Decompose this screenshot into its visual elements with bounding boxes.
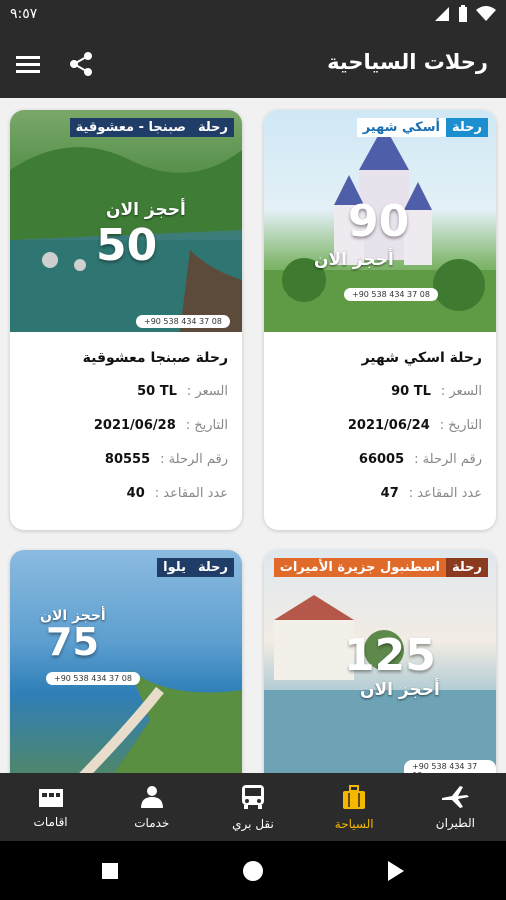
image-book-now: أحجز الان xyxy=(40,608,106,624)
nav-item-services[interactable]: خدمات xyxy=(101,773,202,841)
date-label: التاريخ : xyxy=(439,417,482,433)
nav-item-flights[interactable]: الطيران xyxy=(405,773,506,841)
wifi-icon xyxy=(476,6,496,21)
number-label: رقم الرحلة : xyxy=(160,451,228,467)
coast-illustration xyxy=(79,670,242,773)
image-phone: +90 538 434 37 08 xyxy=(344,288,438,301)
number-value: 80555 xyxy=(104,451,151,467)
badge-label: رحلة xyxy=(191,558,234,577)
nav-label: السياحة xyxy=(334,817,374,831)
image-phone: +90 538 434 37 08 xyxy=(46,672,140,685)
suitcase-icon xyxy=(343,785,366,809)
trip-name: رحلة اسكي شهير xyxy=(361,350,482,366)
airplane-icon xyxy=(442,786,470,808)
trip-badge: رحلة اسطنبول جزيرة الأميرات xyxy=(273,558,488,577)
trip-image: رحلة صبنجا - معشوقية 50 أحجز الان +90 53… xyxy=(10,110,242,332)
image-phone: +90 538 434 37 08 xyxy=(136,315,230,328)
trip-card-sapanca[interactable]: رحلة صبنجا - معشوقية 50 أحجز الان +90 53… xyxy=(10,110,242,530)
nav-item-accommodation[interactable]: اقامات xyxy=(0,773,101,841)
price-value: 90 TL xyxy=(391,383,431,399)
trip-number-row: رقم الرحلة : 80555 xyxy=(24,442,228,476)
trip-badge: رحلة يلوا xyxy=(157,558,234,577)
page-title: رحلات السياحية xyxy=(327,50,488,74)
seats-label: عدد المقاعد : xyxy=(408,485,482,501)
home-icon[interactable] xyxy=(242,860,264,882)
trip-badge: رحلة أسكي شهير xyxy=(356,118,488,137)
nav-item-tourism[interactable]: السياحة xyxy=(304,773,405,841)
trip-seats-row: عدد المقاعد : 47 xyxy=(278,476,482,510)
trip-price-row: السعر : 90 TL xyxy=(278,374,482,408)
trip-image: رحلة يلوا 75 أحجز الان +90 538 434 37 08 xyxy=(10,550,242,773)
seats-value: 40 xyxy=(126,485,145,501)
menu-icon[interactable] xyxy=(14,50,42,78)
badge-label: رحلة xyxy=(191,118,234,137)
trip-badge: رحلة صبنجا - معشوقية xyxy=(69,118,234,137)
image-price: 75 xyxy=(46,620,99,664)
trip-card-yalova[interactable]: رحلة يلوا 75 أحجز الان +90 538 434 37 08 xyxy=(10,550,242,773)
battery-icon xyxy=(459,5,467,22)
nav-label: نقل بري xyxy=(232,817,274,831)
number-value: 66005 xyxy=(358,451,405,467)
badge-destination: صبنجا - معشوقية xyxy=(69,118,192,137)
date-value: 2021/06/24 xyxy=(347,417,430,433)
building-icon xyxy=(38,789,63,807)
trip-price-row: السعر : 50 TL xyxy=(24,374,228,408)
image-book-now: أحجز الان xyxy=(314,250,394,270)
image-book-now: أحجز الان xyxy=(106,200,186,220)
back-icon[interactable] xyxy=(386,860,406,882)
badge-destination: يلوا xyxy=(157,558,192,577)
date-value: 2021/06/28 xyxy=(93,417,176,433)
price-label: السعر : xyxy=(440,383,482,399)
trip-card-eskisehir[interactable]: رحلة أسكي شهير 90 أحجز الان +90 538 434 … xyxy=(264,110,496,530)
trip-name: رحلة صبنجا معشوقية xyxy=(82,350,228,366)
trip-card-princes-islands[interactable]: رحلة اسطنبول جزيرة الأميرات 125 أحجز الا… xyxy=(264,550,496,773)
image-price: 125 xyxy=(344,630,436,681)
status-bar: ٩:٥٧ xyxy=(0,0,506,30)
recent-apps-icon[interactable] xyxy=(100,861,120,881)
trip-seats-row: عدد المقاعد : 40 xyxy=(24,476,228,510)
seats-value: 47 xyxy=(380,485,399,501)
nav-label: الطيران xyxy=(435,816,476,830)
trip-info: رحلة صبنجا معشوقية السعر : 50 TL التاريخ… xyxy=(10,332,242,510)
badge-destination: اسطنبول جزيرة الأميرات xyxy=(273,558,446,577)
status-time: ٩:٥٧ xyxy=(10,6,38,22)
trip-grid: رحلة أسكي شهير 90 أحجز الان +90 538 434 … xyxy=(0,98,506,773)
trip-info: رحلة اسكي شهير السعر : 90 TL التاريخ : 2… xyxy=(264,332,496,510)
price-label: السعر : xyxy=(186,383,228,399)
image-price: 90 xyxy=(348,196,410,247)
signal-icon xyxy=(435,7,449,21)
badge-destination: أسكي شهير xyxy=(356,118,446,137)
nav-label: خدمات xyxy=(134,816,170,830)
system-nav-bar xyxy=(0,841,506,900)
number-label: رقم الرحلة : xyxy=(414,451,482,467)
trip-date-row: التاريخ : 2021/06/24 xyxy=(278,408,482,442)
image-price: 50 xyxy=(96,220,158,271)
nav-label: اقامات xyxy=(33,815,68,829)
person-service-icon xyxy=(140,786,163,808)
image-phone: +90 538 434 37 08 xyxy=(404,760,496,773)
badge-label: رحلة xyxy=(445,558,488,577)
trip-image: رحلة أسكي شهير 90 أحجز الان +90 538 434 … xyxy=(264,110,496,332)
price-value: 50 TL xyxy=(137,383,177,399)
trip-number-row: رقم الرحلة : 66005 xyxy=(278,442,482,476)
bottom-nav: الطيران السياحة نقل بري خدمات اقامات xyxy=(0,773,506,841)
app-bar: رحلات السياحية xyxy=(0,30,506,98)
share-icon[interactable] xyxy=(66,49,96,79)
nav-item-land-transport[interactable]: نقل بري xyxy=(202,773,303,841)
trip-date-row: التاريخ : 2021/06/28 xyxy=(24,408,228,442)
bus-icon xyxy=(242,785,264,809)
status-icons xyxy=(434,5,496,23)
date-label: التاريخ : xyxy=(185,417,228,433)
seats-label: عدد المقاعد : xyxy=(154,485,228,501)
badge-label: رحلة xyxy=(445,118,488,137)
image-book-now: أحجز الان xyxy=(360,680,440,700)
trip-image: رحلة اسطنبول جزيرة الأميرات 125 أحجز الا… xyxy=(264,550,496,773)
